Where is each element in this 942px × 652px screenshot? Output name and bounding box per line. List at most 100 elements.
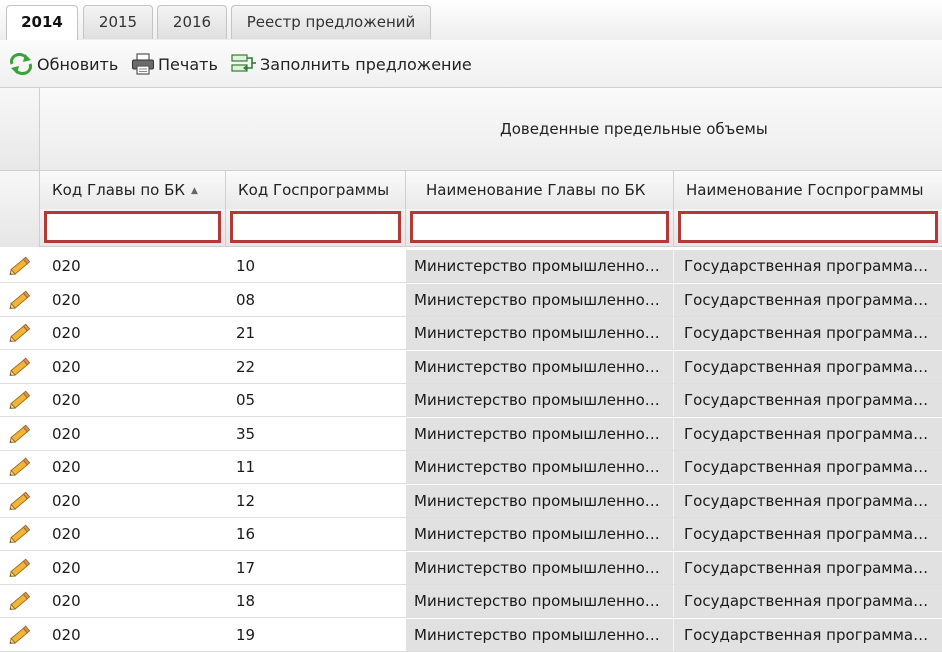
cell-program-code: 18 [236,592,256,610]
pencil-icon [9,591,31,610]
cell-chapter-name: Министерство промышленно… [406,518,674,550]
table-row[interactable]: 020 21 Министерство промышленно… Государств… [0,317,942,350]
filter-cell [674,209,942,247]
edit-button[interactable] [0,317,40,349]
filter-chapter-code-input[interactable] [44,211,221,243]
filter-cell [406,209,674,247]
cell-program-code: 10 [236,257,256,275]
pencil-icon [9,323,31,342]
cell-program-code: 22 [236,357,256,376]
pencil-icon [9,357,31,376]
cell-program-name: Государственная программа… [674,484,942,517]
cell-chapter-name: Министерство промышленно… [406,585,674,617]
edit-button[interactable] [0,585,40,617]
fill-proposal-button[interactable]: Заполнить предложение [231,52,472,76]
filter-chapter-name-input[interactable] [410,211,669,243]
edit-button[interactable] [0,518,40,550]
cell-chapter-code: 020 [52,525,81,543]
cell-chapter-name: Министерство промышленно… [406,350,674,383]
table-row[interactable]: 020 17 Министерство промышленно… Государств… [0,551,942,585]
filter-program-name-input[interactable] [678,211,938,243]
cell-program-code: 11 [236,458,256,476]
print-button[interactable]: Печать [131,52,218,76]
filter-cell [226,209,406,247]
pencil-icon [9,457,31,476]
cell-program-code: 35 [236,424,256,443]
pencil-icon [9,625,31,644]
cell-program-name: Государственная программа… [674,384,942,416]
cell-chapter-name: Министерство промышленно… [406,250,674,282]
cell-program-name: Государственная программа… [674,283,942,316]
pencil-icon [9,491,31,510]
cell-chapter-code: 020 [52,324,81,342]
cell-program-code: 05 [236,391,256,409]
cell-program-name: Государственная программа… [674,551,942,584]
table-row[interactable]: 020 10 Министерство промышленно… Государств… [0,250,942,283]
tab-2014[interactable]: 2014 [6,5,78,41]
cell-chapter-code: 020 [52,592,81,610]
column-header-program-code[interactable]: Код Госпрограммы [226,171,406,209]
edit-button[interactable] [0,384,40,416]
toolbar: Обновить Печать Заполнить предложение [0,40,942,88]
edit-button[interactable] [0,250,40,282]
table-row[interactable]: 020 11 Министерство промышленно… Государств… [0,451,942,484]
cell-chapter-name: Министерство промышленно… [406,618,674,651]
pencil-icon [9,256,31,275]
table-row[interactable]: 020 12 Министерство промышленно… Государств… [0,484,942,518]
cell-program-code: 08 [236,290,256,309]
tab-2015[interactable]: 2015 [83,5,153,39]
cell-chapter-name: Министерство промышленно… [406,283,674,316]
cell-program-code: 19 [236,625,256,644]
edit-button[interactable] [0,619,40,651]
cell-chapter-code: 020 [52,357,81,376]
pencil-icon [9,558,31,577]
cell-program-name: Государственная программа… [674,317,942,349]
cell-program-code: 21 [236,324,256,342]
edit-button[interactable] [0,485,40,517]
table-row[interactable]: 020 18 Министерство промышленно… Государств… [0,585,942,618]
column-header-chapter-name[interactable]: Наименование Главы по БК [406,171,674,209]
table-row[interactable]: 020 22 Министерство промышленно… Государств… [0,350,942,384]
table-row[interactable]: 020 16 Министерство промышленно… Государств… [0,518,942,551]
cell-chapter-name: Министерство промышленно… [406,451,674,483]
edit-button[interactable] [0,418,40,450]
fill-proposal-label: Заполнить предложение [260,54,472,74]
table-row[interactable]: 020 05 Министерство промышленно… Государств… [0,384,942,417]
cell-program-name: Государственная программа… [674,350,942,383]
pencil-icon [9,390,31,409]
edit-button[interactable] [0,451,40,483]
column-header-program-name[interactable]: Наименование Госпрограммы [674,171,942,209]
print-label: Печать [158,54,218,74]
pencil-icon [9,424,31,443]
group-header: Доведенные предельные объемы [40,88,942,171]
refresh-label: Обновить [37,54,119,74]
refresh-button[interactable]: Обновить [8,52,118,76]
cell-chapter-code: 020 [52,257,81,275]
cell-program-name: Государственная программа… [674,618,942,651]
table-row[interactable]: 020 19 Министерство промышленно… Государств… [0,618,942,652]
cell-program-code: 17 [236,558,256,577]
cell-chapter-name: Министерство промышленно… [406,384,674,416]
cell-chapter-name: Министерство промышленно… [406,551,674,584]
table-row[interactable]: 020 35 Министерство промышленно… Государств… [0,417,942,451]
edit-button[interactable] [0,351,40,383]
edit-button[interactable] [0,552,40,584]
fill-proposal-icon [231,54,256,72]
cell-chapter-name: Министерство промышленно… [406,484,674,517]
column-header-chapter-code[interactable]: Код Главы по БК ▲ [40,171,226,209]
cell-program-name: Государственная программа… [674,417,942,450]
table-row[interactable]: 020 08 Министерство промышленно… Государств… [0,283,942,317]
header-corner-filter [0,171,40,247]
sort-asc-icon: ▲ [191,186,198,196]
cell-chapter-code: 020 [52,290,81,309]
edit-button[interactable] [0,284,40,316]
cell-program-name: Государственная программа… [674,585,942,617]
filter-program-code-input[interactable] [230,211,401,243]
filter-cell [40,209,226,247]
pencil-icon [9,524,31,543]
tab-proposals-registry[interactable]: Реестр предложений [231,5,431,39]
printer-icon [132,53,154,75]
tab-2016[interactable]: 2016 [157,5,227,39]
group-header-title: Доведенные предельные объемы [500,120,768,138]
header-corner [0,88,40,171]
